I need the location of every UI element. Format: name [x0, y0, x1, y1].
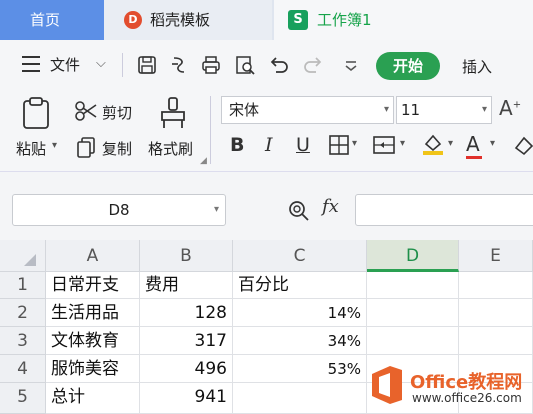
spreadsheet-logo-icon: S — [288, 10, 308, 30]
column-header-e[interactable]: E — [459, 240, 533, 272]
cell-c3[interactable]: 34% — [233, 327, 367, 355]
cell-d1[interactable] — [367, 272, 459, 299]
cell-c5[interactable] — [233, 383, 367, 414]
row-header-1[interactable]: 1 — [0, 272, 46, 299]
formula-bar: D8 ▾ fx — [0, 172, 533, 240]
font-name-value: 宋体 — [229, 101, 260, 119]
zoom-search-icon[interactable] — [288, 200, 310, 222]
insert-function-button[interactable]: fx — [322, 196, 339, 217]
cell-d3[interactable] — [367, 327, 459, 355]
print-preview-icon[interactable] — [234, 54, 256, 76]
cell-e2[interactable] — [459, 299, 533, 327]
fill-color-icon[interactable] — [420, 132, 446, 156]
name-box[interactable]: D8 ▾ — [12, 194, 226, 226]
ribbon: 粘贴 ▾ 剪切 复制 格式刷 ◢ 宋体 ▾ 11 ▾ A+ B I U ▾ ▾ … — [0, 90, 533, 172]
cell-a2[interactable]: 生活用品 — [46, 299, 140, 327]
font-name-select[interactable]: 宋体 ▾ — [221, 96, 394, 124]
italic-button[interactable]: I — [265, 134, 273, 156]
cell-reference: D8 — [108, 201, 130, 219]
tab-insert[interactable]: 插入 — [462, 56, 492, 77]
cell-d2[interactable] — [367, 299, 459, 327]
tab-daoke-templates[interactable]: D 稻壳模板 — [104, 0, 272, 40]
borders-icon[interactable] — [328, 134, 352, 156]
scissors-icon[interactable] — [74, 100, 98, 122]
cell-b3[interactable]: 317 — [140, 327, 233, 355]
increase-font-size-icon[interactable]: A+ — [499, 96, 521, 120]
paste-button[interactable]: 粘贴 — [16, 138, 46, 159]
customize-toolbar-icon[interactable] — [340, 54, 362, 76]
chevron-down-icon[interactable]: ▾ — [490, 138, 495, 149]
row-header-4[interactable]: 4 — [0, 355, 46, 383]
cell-c2[interactable]: 14% — [233, 299, 367, 327]
watermark-url: www.office26.com — [412, 391, 522, 405]
cell-e3[interactable] — [459, 327, 533, 355]
undo-icon[interactable] — [268, 54, 290, 76]
tab-start[interactable]: 开始 — [376, 52, 440, 80]
cut-button[interactable]: 剪切 — [102, 102, 132, 123]
select-all-corner[interactable] — [0, 240, 46, 272]
merge-cells-icon[interactable] — [372, 134, 398, 156]
cell-a5[interactable]: 总计 — [46, 383, 140, 414]
font-size-value: 11 — [401, 101, 421, 119]
chevron-down-icon[interactable]: ▾ — [448, 138, 453, 149]
paste-icon[interactable] — [20, 96, 52, 130]
column-header-a[interactable]: A — [46, 240, 140, 272]
tab-workbook[interactable]: S 工作簿1 — [274, 0, 533, 40]
copy-icon[interactable] — [76, 136, 96, 158]
column-header-d[interactable]: D — [367, 240, 459, 272]
chevron-down-icon[interactable]: ▾ — [384, 97, 389, 123]
copy-button[interactable]: 复制 — [102, 138, 132, 159]
tab-workbook-label: 工作簿1 — [317, 11, 372, 29]
chevron-down-icon[interactable]: ▾ — [400, 138, 405, 149]
formula-input[interactable] — [355, 194, 533, 226]
office-logo-icon — [372, 366, 402, 404]
font-color-button[interactable]: A — [466, 132, 480, 156]
row-header-3[interactable]: 3 — [0, 327, 46, 355]
column-header-b[interactable]: B — [140, 240, 233, 272]
tab-daoke-label: 稻壳模板 — [150, 11, 211, 29]
redo-icon[interactable] — [302, 54, 324, 76]
clipboard-dialog-launcher-icon[interactable]: ◢ — [200, 156, 207, 166]
chevron-down-icon[interactable]: ⌵ — [96, 56, 106, 71]
save-icon[interactable] — [136, 54, 158, 76]
bold-button[interactable]: B — [230, 134, 244, 156]
cell-a3[interactable]: 文体教育 — [46, 327, 140, 355]
chevron-down-icon[interactable]: ▾ — [482, 97, 487, 123]
chevron-down-icon[interactable]: ▾ — [352, 138, 357, 149]
format-painter-button[interactable]: 格式刷 — [148, 138, 193, 159]
cell-a1[interactable]: 日常开支 — [46, 272, 140, 299]
cell-b1[interactable]: 费用 — [140, 272, 233, 299]
cell-c1[interactable]: 百分比 — [233, 272, 367, 299]
font-color-swatch — [466, 156, 482, 159]
format-painter-icon[interactable] — [158, 96, 188, 130]
hamburger-menu-icon[interactable] — [22, 56, 40, 72]
daoke-logo-icon: D — [124, 11, 142, 29]
quick-toolbar: 文件 ⌵ 开始 插入 — [0, 40, 533, 90]
divider — [122, 53, 123, 77]
file-menu[interactable]: 文件 — [50, 54, 80, 75]
font-size-select[interactable]: 11 ▾ — [396, 96, 492, 124]
tab-home[interactable]: 首页 — [0, 0, 104, 40]
cell-e1[interactable] — [459, 272, 533, 299]
underline-button[interactable]: U — [296, 134, 310, 156]
chevron-down-icon[interactable]: ▾ — [214, 195, 219, 225]
watermark: Office教程网 www.office26.com — [368, 364, 528, 410]
chevron-down-icon[interactable]: ▾ — [52, 140, 57, 151]
tab-bar: 首页 D 稻壳模板 S 工作簿1 — [0, 0, 533, 40]
cell-b4[interactable]: 496 — [140, 355, 233, 383]
eraser-icon[interactable] — [512, 134, 533, 156]
divider — [210, 96, 211, 164]
cell-a4[interactable]: 服饰美容 — [46, 355, 140, 383]
cell-b5[interactable]: 941 — [140, 383, 233, 414]
print-icon[interactable] — [200, 54, 222, 76]
export-pdf-icon[interactable] — [168, 54, 190, 76]
row-header-2[interactable]: 2 — [0, 299, 46, 327]
cell-c4[interactable]: 53% — [233, 355, 367, 383]
row-header-5[interactable]: 5 — [0, 383, 46, 414]
cell-b2[interactable]: 128 — [140, 299, 233, 327]
column-header-c[interactable]: C — [233, 240, 367, 272]
